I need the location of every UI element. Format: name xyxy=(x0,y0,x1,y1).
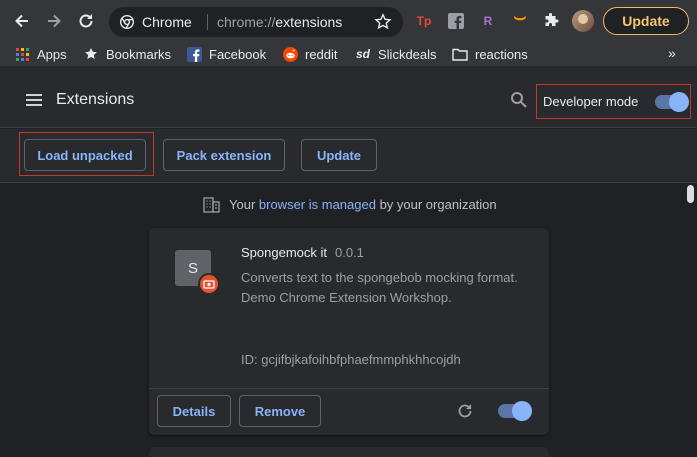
managed-notice: Your browser is managed by your organiza… xyxy=(203,196,497,213)
bookmark-label: reactions xyxy=(475,46,528,62)
bookmark-label: Bookmarks xyxy=(106,46,172,62)
bookmark-apps[interactable]: Apps xyxy=(14,45,67,63)
site-label: Chrome xyxy=(142,14,192,30)
reddit-icon xyxy=(282,46,298,62)
chrome-update-button[interactable]: Update xyxy=(603,7,689,35)
url-scheme: chrome:// xyxy=(217,14,276,30)
amazon-icon[interactable]: ⌣ xyxy=(511,6,529,28)
extension-card: S Spongemock it 0.0.1 Converts text to t… xyxy=(149,228,549,435)
load-unpacked-button[interactable]: Load unpacked xyxy=(24,139,146,171)
apps-grid-icon xyxy=(14,46,30,62)
scrollbar-thumb[interactable] xyxy=(687,185,694,203)
hamburger-menu-icon[interactable] xyxy=(26,94,42,106)
extension-id: ID: gcjifbjkafoihbfphaefmmphkhhcojdh xyxy=(241,352,461,367)
omnibox-divider xyxy=(207,14,208,30)
bookmarks-bar: Apps Bookmarks Facebook reddit sd Slickd… xyxy=(0,42,697,66)
star-icon xyxy=(83,46,99,62)
policy-badge-icon xyxy=(198,273,220,295)
managed-link[interactable]: browser is managed xyxy=(259,197,376,212)
bookmark-facebook[interactable]: Facebook xyxy=(186,45,266,63)
search-icon[interactable] xyxy=(510,91,528,109)
bookmark-reddit[interactable]: reddit xyxy=(282,45,338,63)
developer-mode-label: Developer mode xyxy=(543,94,639,109)
developer-mode-highlight: Developer mode xyxy=(536,84,691,119)
extension-name: Spongemock it xyxy=(241,245,327,260)
address-bar[interactable]: Chrome chrome://extensions xyxy=(109,7,403,37)
forward-arrow-icon xyxy=(48,14,61,28)
bookmark-label: reddit xyxy=(305,46,338,62)
extension-version: 0.0.1 xyxy=(335,245,364,260)
bookmark-slickdeals[interactable]: sd Slickdeals xyxy=(355,45,437,63)
r-extension-icon[interactable]: R xyxy=(479,12,497,30)
toggle-knob xyxy=(669,92,689,112)
developer-toolbar: Load unpacked Pack extension Update xyxy=(0,129,697,183)
browser-toolbar: Chrome chrome://extensions Tp R ⌣ Update xyxy=(0,0,697,42)
bookmark-reactions-folder[interactable]: reactions xyxy=(452,45,528,63)
remove-button[interactable]: Remove xyxy=(239,395,321,427)
page-title: Extensions xyxy=(56,91,135,108)
reload-extension-icon[interactable] xyxy=(456,402,474,420)
forward-button[interactable] xyxy=(42,9,66,33)
url-host: extensions xyxy=(275,14,343,30)
bookmarks-overflow-chevron-icon[interactable]: » xyxy=(668,45,676,61)
bookmark-bookmarks[interactable]: Bookmarks xyxy=(83,45,171,63)
back-button[interactable] xyxy=(10,9,34,33)
bookmark-label: Slickdeals xyxy=(378,46,437,62)
bookmark-star-icon[interactable] xyxy=(374,13,392,31)
url-text[interactable]: chrome://extensions xyxy=(217,14,342,30)
extension-description: Converts text to the spongebob mocking f… xyxy=(241,270,518,305)
chrome-logo-icon xyxy=(120,15,134,29)
bookmark-label: Apps xyxy=(37,46,67,62)
bookmark-label: Facebook xyxy=(209,46,267,62)
profile-avatar[interactable] xyxy=(572,10,594,32)
scrollbar[interactable] xyxy=(684,183,697,457)
toggle-knob xyxy=(512,401,532,421)
facebook-container-icon[interactable] xyxy=(447,12,465,30)
extension-enable-toggle[interactable] xyxy=(498,401,532,421)
managed-suffix: by your organization xyxy=(375,197,497,212)
slickdeals-icon: sd xyxy=(355,47,370,61)
building-icon xyxy=(203,197,220,213)
managed-prefix: Your xyxy=(229,197,259,212)
update-extensions-button[interactable]: Update xyxy=(301,139,377,171)
developer-mode-toggle[interactable] xyxy=(655,92,689,112)
tampermonkey-icon[interactable]: Tp xyxy=(415,12,433,30)
card-divider xyxy=(149,388,549,389)
reload-button[interactable] xyxy=(74,9,98,33)
details-button[interactable]: Details xyxy=(157,395,231,427)
next-extension-card xyxy=(149,447,549,457)
extensions-header: Extensions Developer mode xyxy=(0,66,697,128)
folder-icon xyxy=(452,46,468,62)
puzzle-icon[interactable] xyxy=(542,12,560,30)
back-arrow-icon xyxy=(15,14,28,28)
reload-icon xyxy=(79,14,93,28)
facebook-icon xyxy=(186,46,202,62)
pack-extension-button[interactable]: Pack extension xyxy=(163,139,285,171)
